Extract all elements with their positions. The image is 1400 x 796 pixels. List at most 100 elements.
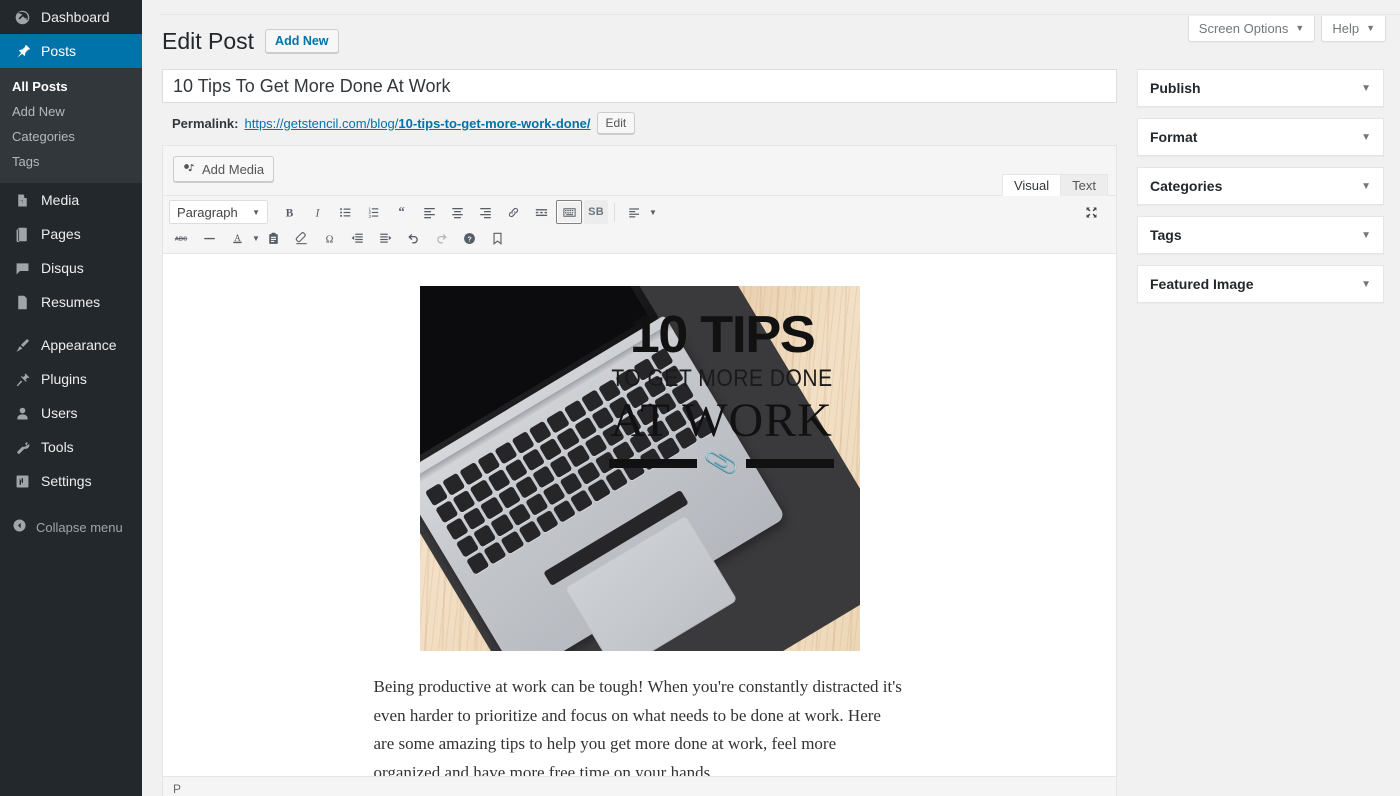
metabox-header[interactable]: Categories ▼ [1138,168,1383,204]
clear-formatting-icon[interactable] [289,226,315,250]
align-center-icon[interactable] [444,200,470,224]
brush-icon [12,335,32,355]
format-select-value: Paragraph [177,204,238,220]
main-content: Screen Options ▼ Help ▼ Edit Post Add Ne… [142,0,1400,796]
paste-as-text-icon[interactable] [261,226,287,250]
permalink-slug: 10-tips-to-get-more-work-done/ [398,115,591,131]
graphic-divider: 📎 [600,445,844,481]
svg-text:“: “ [398,205,404,219]
chevron-down-icon[interactable]: ▼ [252,234,260,243]
undo-icon[interactable] [401,226,427,250]
submenu-item-tags[interactable]: Tags [0,149,142,174]
sidebar-item-resumes[interactable]: Resumes [0,285,142,319]
bulleted-list-icon[interactable] [332,200,358,224]
sidebar-item-disqus[interactable]: Disqus [0,251,142,285]
sidebar-item-label: Posts [41,43,77,59]
read-more-icon[interactable] [528,200,554,224]
edit-permalink-button[interactable]: Edit [596,112,636,134]
metabox-publish: Publish ▼ [1137,69,1384,107]
user-icon [12,403,32,423]
toolbar-row-1: Paragraph ▼ B I 1 2 3 “ SB ▼ [167,199,1114,225]
sidebar-item-label: Plugins [41,371,87,387]
sidebar-item-media[interactable]: Media [0,183,142,217]
editor-content-area[interactable]: 10 TIPS TO GET MORE DONE AT WORK 📎 Being… [163,254,1116,776]
horizontal-line-icon[interactable] [196,226,222,250]
post-featured-graphic[interactable]: 10 TIPS TO GET MORE DONE AT WORK 📎 [419,286,860,651]
submenu-item-categories[interactable]: Categories [0,124,142,149]
svg-text:?: ? [468,235,472,243]
indent-icon[interactable] [373,226,399,250]
metabox-header[interactable]: Publish ▼ [1138,70,1383,106]
wrench-icon [12,437,32,457]
sidebar-item-users[interactable]: Users [0,396,142,430]
sidebar-item-settings[interactable]: Settings [0,464,142,498]
align-left-icon[interactable] [416,200,442,224]
format-select[interactable]: Paragraph ▼ [169,200,268,224]
chevron-down-icon: ▼ [1295,23,1305,33]
metabox-header[interactable]: Featured Image ▼ [1138,266,1383,302]
distraction-free-writing-icon[interactable] [1080,202,1102,222]
metabox-featured-image: Featured Image ▼ [1137,265,1384,303]
submenu-item-add-new[interactable]: Add New [0,99,142,124]
chevron-down-icon[interactable]: ▼ [1361,181,1371,192]
tab-text[interactable]: Text [1060,174,1108,196]
sidebar-item-appearance[interactable]: Appearance [0,328,142,362]
element-path: P [173,782,182,796]
graphic-subline: TO GET MORE DONE [610,364,833,392]
permalink-link[interactable]: https://getstencil.com/blog/10-tips-to-g… [244,116,590,131]
collapse-menu-label: Collapse menu [36,519,123,535]
special-character-icon[interactable]: Ω [317,226,343,250]
strikethrough-icon[interactable]: ABC [168,226,194,250]
metabox-format: Format ▼ [1137,118,1384,156]
screen-options-button[interactable]: Screen Options ▼ [1187,16,1316,42]
content-wrap: Edit Post Add New Permalink: https://get… [142,0,1400,796]
post-title-input[interactable] [162,69,1117,103]
numbered-list-icon[interactable]: 123 [360,200,386,224]
toolbar-toggle-icon[interactable] [556,200,582,224]
outdent-icon[interactable] [345,226,371,250]
chevron-down-icon[interactable]: ▼ [1361,279,1371,290]
sidebar-item-pages[interactable]: Pages [0,217,142,251]
sidebar-item-posts[interactable]: Posts [0,34,150,68]
text-color-icon[interactable]: A [224,226,250,250]
postbox-column: Publish ▼ Format ▼ Categories ▼ Tags ▼ F… [1137,69,1384,314]
add-media-button[interactable]: Add Media [173,156,275,182]
italic-icon[interactable]: I [304,200,330,224]
chevron-down-icon[interactable]: ▼ [1361,230,1371,241]
graphic-footline: AT WORK [610,394,833,447]
editor-columns: Permalink: https://getstencil.com/blog/1… [162,69,1384,796]
blockquote-icon[interactable]: “ [388,200,414,224]
chevron-down-icon[interactable]: ▼ [649,208,657,217]
stencil-button[interactable]: SB [584,200,608,224]
sidebar-item-label: Resumes [41,294,101,310]
bold-icon[interactable]: B [276,200,302,224]
link-icon[interactable] [500,200,526,224]
sidebar-item-plugins[interactable]: Plugins [0,362,142,396]
sidebar-item-tools[interactable]: Tools [0,430,142,464]
permalink-row: Permalink: https://getstencil.com/blog/1… [172,112,1117,134]
dashboard-icon [12,7,32,27]
bookmark-icon[interactable] [485,226,511,250]
submenu-item-all-posts[interactable]: All Posts [0,74,142,99]
sidebar-item-dashboard[interactable]: Dashboard [0,0,142,34]
media-icon [12,190,32,210]
graphic-headline: 10 TIPS [629,306,815,364]
redo-icon[interactable] [429,226,455,250]
help-icon[interactable]: ? [457,226,483,250]
document-icon [12,292,32,312]
chevron-down-icon[interactable]: ▼ [1361,132,1371,143]
post-body-column: Permalink: https://getstencil.com/blog/1… [162,69,1117,796]
chevron-down-icon[interactable]: ▼ [1361,83,1371,94]
chevron-down-icon: ▼ [1366,23,1375,33]
metabox-header[interactable]: Tags ▼ [1138,217,1383,253]
metabox-header[interactable]: Format ▼ [1138,119,1383,155]
add-new-button[interactable]: Add New [265,29,339,53]
divider-bar-left [608,459,697,468]
post-paragraph[interactable]: Being productive at work can be tough! W… [374,673,906,776]
align-right-icon[interactable] [472,200,498,224]
collapse-menu-button[interactable]: Collapse menu [0,510,142,544]
tab-visual[interactable]: Visual [1001,174,1062,196]
screen-options-label: Screen Options [1198,21,1289,36]
help-button[interactable]: Help ▼ [1321,16,1386,42]
align-dropdown-icon[interactable] [621,200,647,224]
